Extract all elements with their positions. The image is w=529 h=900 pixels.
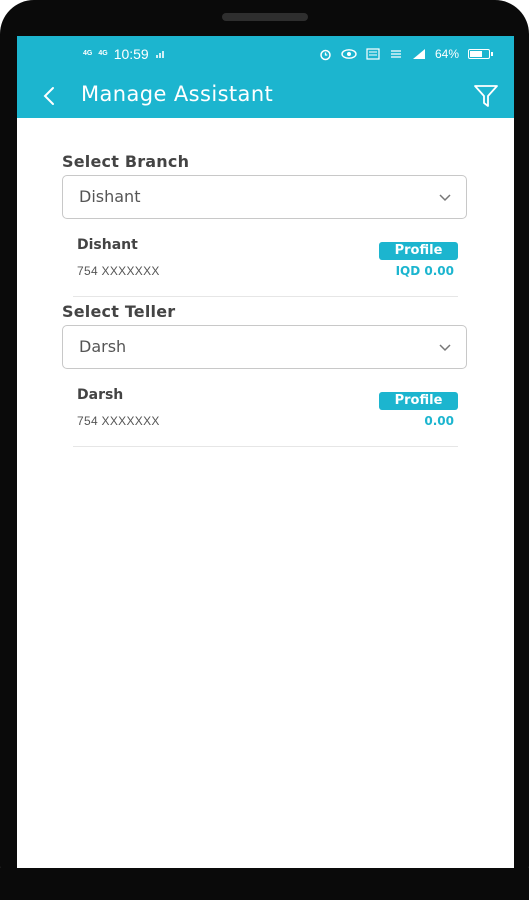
teller-balance: 0.00 <box>424 414 454 428</box>
branch-select[interactable]: Dishant <box>62 175 467 219</box>
select-teller-label: Select Teller <box>62 302 176 321</box>
page-title: Manage Assistant <box>81 82 274 106</box>
app-bar: Manage Assistant <box>17 72 514 118</box>
status-bar: 4G 4G 10:59 64% <box>17 36 514 72</box>
teller-account-number: 754 XXXXXXX <box>77 414 160 428</box>
phone-frame: 4G 4G 10:59 64% Manage Assistant Select … <box>0 0 529 900</box>
chevron-left-icon <box>43 87 54 105</box>
teller-select[interactable]: Darsh <box>62 325 467 369</box>
cellular-signal-icon <box>412 49 425 59</box>
select-branch-label: Select Branch <box>62 152 190 171</box>
status-time: 10:59 <box>113 46 149 62</box>
chevron-down-icon <box>439 344 451 352</box>
branch-balance: IQD 0.00 <box>395 264 454 278</box>
data-speed-icon <box>390 50 401 58</box>
status-left: 4G 4G 10:59 <box>83 45 167 63</box>
speaker-grille <box>222 13 308 21</box>
battery-level <box>470 51 482 57</box>
teller-account-card: Darsh 754 XXXXXXX Profile 0.00 <box>73 387 458 447</box>
teller-select-value: Darsh <box>79 337 127 356</box>
network-indicator: 4G <box>83 50 93 57</box>
branch-select-value: Dishant <box>79 187 141 206</box>
branch-account-number: 754 XXXXXXX <box>77 264 160 278</box>
chevron-down-icon <box>439 194 451 202</box>
back-button[interactable] <box>35 82 63 110</box>
screen: 4G 4G 10:59 64% Manage Assistant Select … <box>17 36 514 868</box>
battery-icon <box>468 49 493 59</box>
filter-button[interactable] <box>472 82 500 110</box>
phone-bottom-bezel <box>0 868 529 900</box>
branch-profile-button[interactable]: Profile <box>379 242 458 260</box>
volte-icon <box>366 48 380 60</box>
status-right: 64% <box>319 45 493 63</box>
battery-percent: 64% <box>434 47 459 61</box>
teller-profile-button[interactable]: Profile <box>379 392 458 410</box>
network-indicator-2: 4G <box>98 50 108 57</box>
branch-account-card: Dishant 754 XXXXXXX Profile IQD 0.00 <box>73 237 458 297</box>
eye-icon <box>341 49 357 59</box>
filter-icon <box>474 85 498 107</box>
alarm-icon <box>320 49 331 60</box>
teller-account-name: Darsh <box>77 387 124 403</box>
branch-account-name: Dishant <box>77 237 138 253</box>
signal-icon <box>155 51 164 58</box>
